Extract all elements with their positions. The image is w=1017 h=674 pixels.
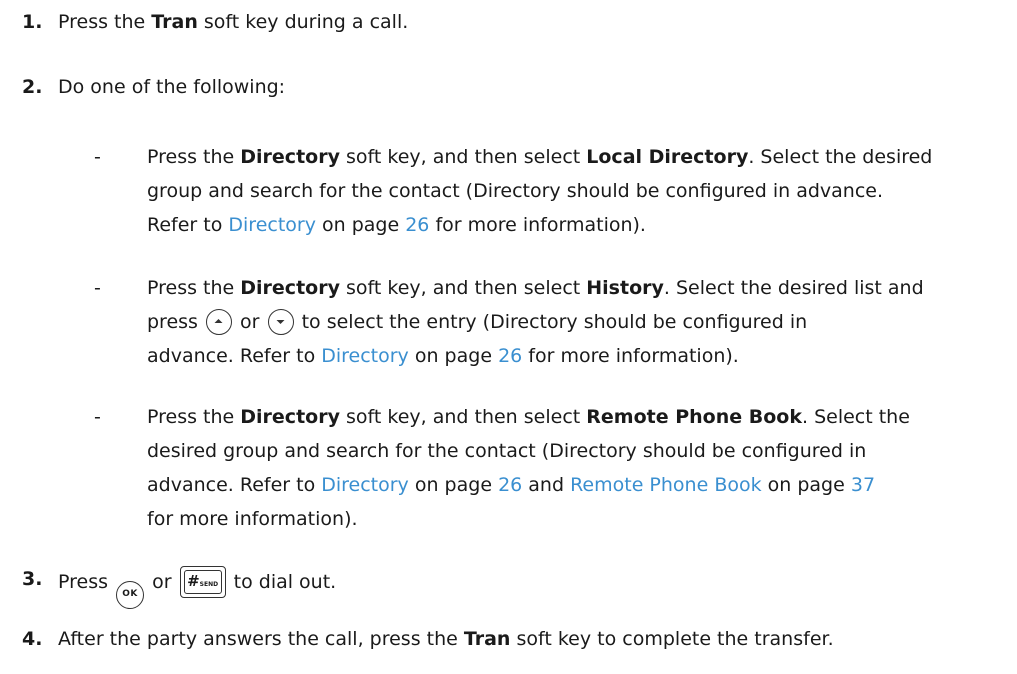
option-text: Press the Directory soft key, and then s… [147, 144, 932, 170]
text-fragment: on page [408, 345, 499, 367]
text-fragment: Press the [147, 146, 241, 168]
text-fragment: to select the entry (Directory should be… [301, 311, 808, 333]
option-text: group and search for the contact (Direct… [147, 180, 884, 202]
text-fragment: . Select the [801, 406, 910, 428]
step-number: 4. [22, 628, 43, 650]
menu-name: Local Directory [586, 146, 749, 168]
text-fragment: on page [315, 214, 406, 236]
text-fragment: soft key to complete the transfer. [510, 628, 834, 650]
softkey-name: Tran [151, 11, 198, 33]
text-fragment: press [147, 311, 198, 333]
text-fragment: for more information). [522, 345, 739, 367]
option-text: Press the Directory soft key, and then s… [147, 275, 924, 301]
step-text: Press OK or #SEND to dial out. [58, 566, 336, 609]
text-fragment: soft key, and then select [339, 277, 587, 299]
text-fragment: to dial out. [233, 571, 337, 593]
directory-link[interactable]: Directory [321, 345, 409, 367]
text-fragment: Press [58, 571, 109, 593]
ok-key-icon: OK [116, 581, 145, 609]
text-fragment: After the party answers the call, press … [58, 628, 464, 650]
text-fragment: on page [761, 474, 851, 496]
send-key-icon: #SEND [179, 566, 226, 598]
list-dash: - [94, 146, 101, 168]
up-arrow-key-icon [206, 309, 232, 335]
text-fragment: advance. Refer to [147, 345, 322, 367]
option-text: desired group and search for the contact… [147, 440, 867, 462]
menu-name: History [586, 277, 664, 299]
softkey-name: Directory [240, 146, 340, 168]
text-fragment: soft key, and then select [339, 146, 587, 168]
list-dash: - [94, 277, 101, 299]
softkey-name: Tran [463, 628, 511, 650]
text-fragment: for more information). [429, 214, 646, 236]
down-arrow-key-icon [267, 309, 294, 335]
text-fragment: Press the [147, 406, 241, 428]
text-fragment: advance. Refer to [147, 474, 322, 496]
text-fragment: or [152, 571, 172, 593]
directory-link[interactable]: Directory [321, 474, 409, 496]
option-text: advance. Refer to Directory on page 26 a… [147, 472, 875, 498]
list-dash: - [94, 406, 101, 428]
send-key-face: #SEND [183, 570, 222, 594]
text-fragment: . Select the desired [748, 146, 933, 168]
text-fragment: or [240, 311, 260, 333]
text-fragment: and [522, 474, 571, 496]
text-fragment: soft key, and then select [339, 406, 587, 428]
instruction-document: 1. Press the Tran soft key during a call… [0, 0, 1017, 674]
text-fragment: Refer to [147, 214, 229, 236]
page-link[interactable]: 26 [498, 474, 522, 496]
option-text: for more information). [147, 508, 358, 530]
softkey-name: Directory [240, 406, 340, 428]
option-text: Refer to Directory on page 26 for more i… [147, 212, 646, 238]
step-number: 2. [22, 76, 43, 98]
option-text: Press the Directory soft key, and then s… [147, 404, 910, 430]
step-text: Do one of the following: [58, 76, 286, 98]
text-fragment: on page [408, 474, 499, 496]
text-fragment: Press the [58, 11, 152, 33]
option-text: press or to select the entry (Directory … [147, 309, 807, 335]
step-number: 1. [22, 11, 43, 33]
softkey-name: Directory [240, 277, 340, 299]
page-link[interactable]: 37 [851, 474, 875, 496]
page-link[interactable]: 26 [405, 214, 429, 236]
send-key-hash: # [187, 572, 200, 590]
text-fragment: . Select the desired list and [663, 277, 924, 299]
directory-link[interactable]: Directory [228, 214, 316, 236]
menu-name: Remote Phone Book [586, 406, 802, 428]
step-number: 3. [22, 568, 43, 590]
text-fragment: Press the [147, 277, 241, 299]
remote-phone-book-link[interactable]: Remote Phone Book [570, 474, 762, 496]
send-key-label: SEND [199, 581, 219, 588]
step-text: Press the Tran soft key during a call. [58, 9, 408, 35]
text-fragment: soft key during a call. [197, 11, 409, 33]
option-text: advance. Refer to Directory on page 26 f… [147, 343, 739, 369]
step-text: After the party answers the call, press … [58, 626, 834, 652]
page-link[interactable]: 26 [498, 345, 522, 367]
